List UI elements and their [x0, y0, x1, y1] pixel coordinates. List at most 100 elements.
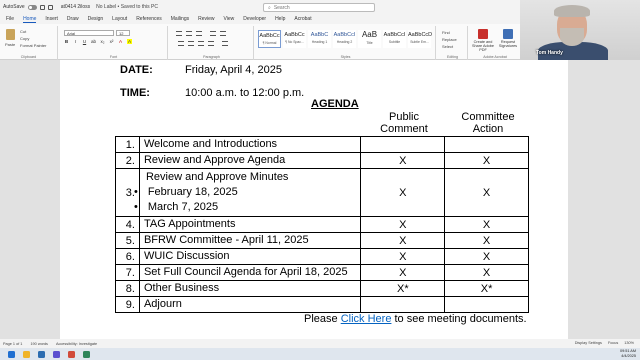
- request-signatures-button[interactable]: Request Signatures: [497, 29, 519, 48]
- excel-icon[interactable]: [83, 350, 90, 358]
- subscript-button[interactable]: x₂: [100, 39, 105, 44]
- tab-developer[interactable]: Developer: [243, 16, 266, 22]
- multilevel-list-icon[interactable]: [196, 31, 202, 36]
- style-title[interactable]: AaB Title: [358, 30, 381, 48]
- zoom-level[interactable]: 130%: [624, 341, 634, 345]
- committee-action-mark: X: [444, 152, 529, 169]
- agenda-item-cell: Other Business: [138, 280, 362, 297]
- tab-references[interactable]: References: [136, 16, 162, 22]
- search-box[interactable]: ⌕ Search: [263, 3, 375, 12]
- start-icon[interactable]: [8, 350, 15, 358]
- agenda-item-cell: Set Full Council Agenda for April 18, 20…: [138, 264, 362, 281]
- accessibility-status[interactable]: Accessibility: Investigate: [56, 342, 97, 346]
- agenda-sub-item: February 18, 2025: [134, 185, 356, 200]
- tab-review[interactable]: Review: [198, 16, 214, 22]
- select-button[interactable]: Select: [442, 44, 453, 49]
- tab-view[interactable]: View: [224, 16, 235, 22]
- agenda-item-text: Welcome and Introductions: [143, 138, 278, 150]
- save-icon[interactable]: [39, 4, 45, 10]
- underline-button[interactable]: U: [82, 39, 87, 44]
- click-here-link[interactable]: Click Here: [341, 313, 392, 325]
- agenda-row: 4. TAG Appointments X X: [115, 216, 529, 233]
- style-name: ¶ Normal: [262, 41, 277, 45]
- copy-button[interactable]: Copy: [20, 36, 29, 41]
- agenda-item-cell: BFRW Committee - April 11, 2025: [138, 232, 362, 249]
- word-icon[interactable]: [38, 350, 45, 358]
- autosave-toggle[interactable]: [27, 4, 37, 10]
- system-tray-clock[interactable]: 09:51 AM 4/4/2025: [620, 349, 636, 359]
- decrease-indent-icon[interactable]: [210, 31, 216, 36]
- label-status[interactable]: No Label • Saved to this PC: [96, 4, 158, 10]
- paste-button[interactable]: Paste: [5, 42, 15, 47]
- committee-action-mark: X: [444, 264, 529, 281]
- teams-icon[interactable]: [53, 350, 60, 358]
- clipboard-group-label: Clipboard: [20, 55, 37, 59]
- status-right: Display Settings Focus 130%: [575, 341, 634, 345]
- justify-icon[interactable]: [208, 41, 214, 46]
- align-center-icon[interactable]: [188, 41, 194, 46]
- font-name-combo[interactable]: Arial: [64, 30, 114, 36]
- style-no-spac[interactable]: AaBbCc ¶ No Spac...: [283, 30, 306, 48]
- style-name: Subtitle: [388, 40, 401, 44]
- bold-button[interactable]: B: [64, 39, 69, 44]
- signature-icon: [503, 29, 513, 39]
- agenda-item-number: 4.: [115, 216, 140, 233]
- tab-design[interactable]: Design: [88, 16, 104, 22]
- tab-mailings[interactable]: Mailings: [171, 16, 189, 22]
- public-comment-mark: X: [360, 232, 446, 249]
- numbering-icon[interactable]: [186, 31, 192, 36]
- page-count[interactable]: Page 1 of 1: [3, 342, 22, 346]
- agenda-item-cell: Welcome and Introductions: [138, 136, 362, 153]
- word-count[interactable]: 190 words: [30, 342, 48, 346]
- style-heading-2[interactable]: AaBbCcI Heading 2: [333, 30, 356, 48]
- italic-button[interactable]: I: [73, 39, 78, 44]
- align-left-icon[interactable]: [178, 41, 184, 46]
- create-share-pdf-label: Create and Share Adobe PDF: [472, 40, 494, 52]
- paste-icon[interactable]: [6, 29, 15, 40]
- agenda-item-text: BFRW Committee - April 11, 2025: [143, 234, 309, 246]
- public-comment-mark: X: [360, 264, 446, 281]
- browser-icon[interactable]: [68, 350, 75, 358]
- request-signatures-label: Request Signatures: [498, 40, 518, 48]
- style-subtitle[interactable]: AaBbCcI Subtitle: [383, 30, 406, 48]
- bullets-icon[interactable]: [176, 31, 182, 36]
- tab-help[interactable]: Help: [275, 16, 285, 22]
- style-sample: AaBbCc: [259, 33, 280, 39]
- ribbon-tabs: File Home Insert Draw Design Layout References…: [0, 14, 520, 24]
- file-explorer-icon[interactable]: [23, 350, 30, 358]
- editing-group: Find Replace Select Editing: [438, 26, 468, 60]
- agenda-item-text: WUIC Discussion: [143, 250, 230, 262]
- tab-layout[interactable]: Layout: [112, 16, 127, 22]
- committee-action-mark: X: [444, 216, 529, 233]
- format-painter-button[interactable]: Format Painter: [20, 43, 46, 48]
- taskbar: 09:51 AM 4/4/2025: [0, 348, 640, 360]
- increase-indent-icon[interactable]: [220, 31, 226, 36]
- tab-file[interactable]: File: [6, 16, 14, 22]
- tab-acrobat[interactable]: Acrobat: [294, 16, 311, 22]
- document-name[interactable]: at0414 2iloss: [61, 4, 90, 10]
- style-heading-1[interactable]: AaBbC Heading 1: [308, 30, 331, 48]
- align-right-icon[interactable]: [198, 41, 204, 46]
- replace-button[interactable]: Replace: [442, 37, 457, 42]
- focus-button[interactable]: Focus: [608, 341, 618, 345]
- undo-icon[interactable]: [47, 4, 53, 10]
- font-size-combo[interactable]: 12: [116, 30, 130, 36]
- superscript-button[interactable]: x²: [109, 39, 114, 44]
- highlight-button[interactable]: A: [127, 39, 132, 44]
- tab-home[interactable]: Home: [23, 16, 37, 23]
- strikethrough-button[interactable]: ab: [91, 39, 96, 44]
- tab-draw[interactable]: Draw: [67, 16, 79, 22]
- footer-text-after: to see meeting documents.: [391, 313, 527, 325]
- line-spacing-icon[interactable]: [222, 41, 228, 46]
- paragraph-group: Paragraph: [170, 26, 254, 60]
- style-normal[interactable]: AaBbCc ¶ Normal: [258, 30, 281, 48]
- style-subtle-em[interactable]: AaBbCcD Subtle Em...: [408, 30, 432, 48]
- cut-button[interactable]: Cut: [20, 29, 26, 34]
- style-name: Heading 2: [336, 40, 353, 44]
- display-settings-button[interactable]: Display Settings: [575, 341, 602, 345]
- tab-insert[interactable]: Insert: [45, 16, 58, 22]
- font-color-button[interactable]: A: [118, 39, 123, 44]
- find-button[interactable]: Find: [442, 30, 450, 35]
- create-share-pdf-button[interactable]: Create and Share Adobe PDF: [470, 29, 496, 52]
- public-comment-header: Public Comment: [380, 111, 428, 135]
